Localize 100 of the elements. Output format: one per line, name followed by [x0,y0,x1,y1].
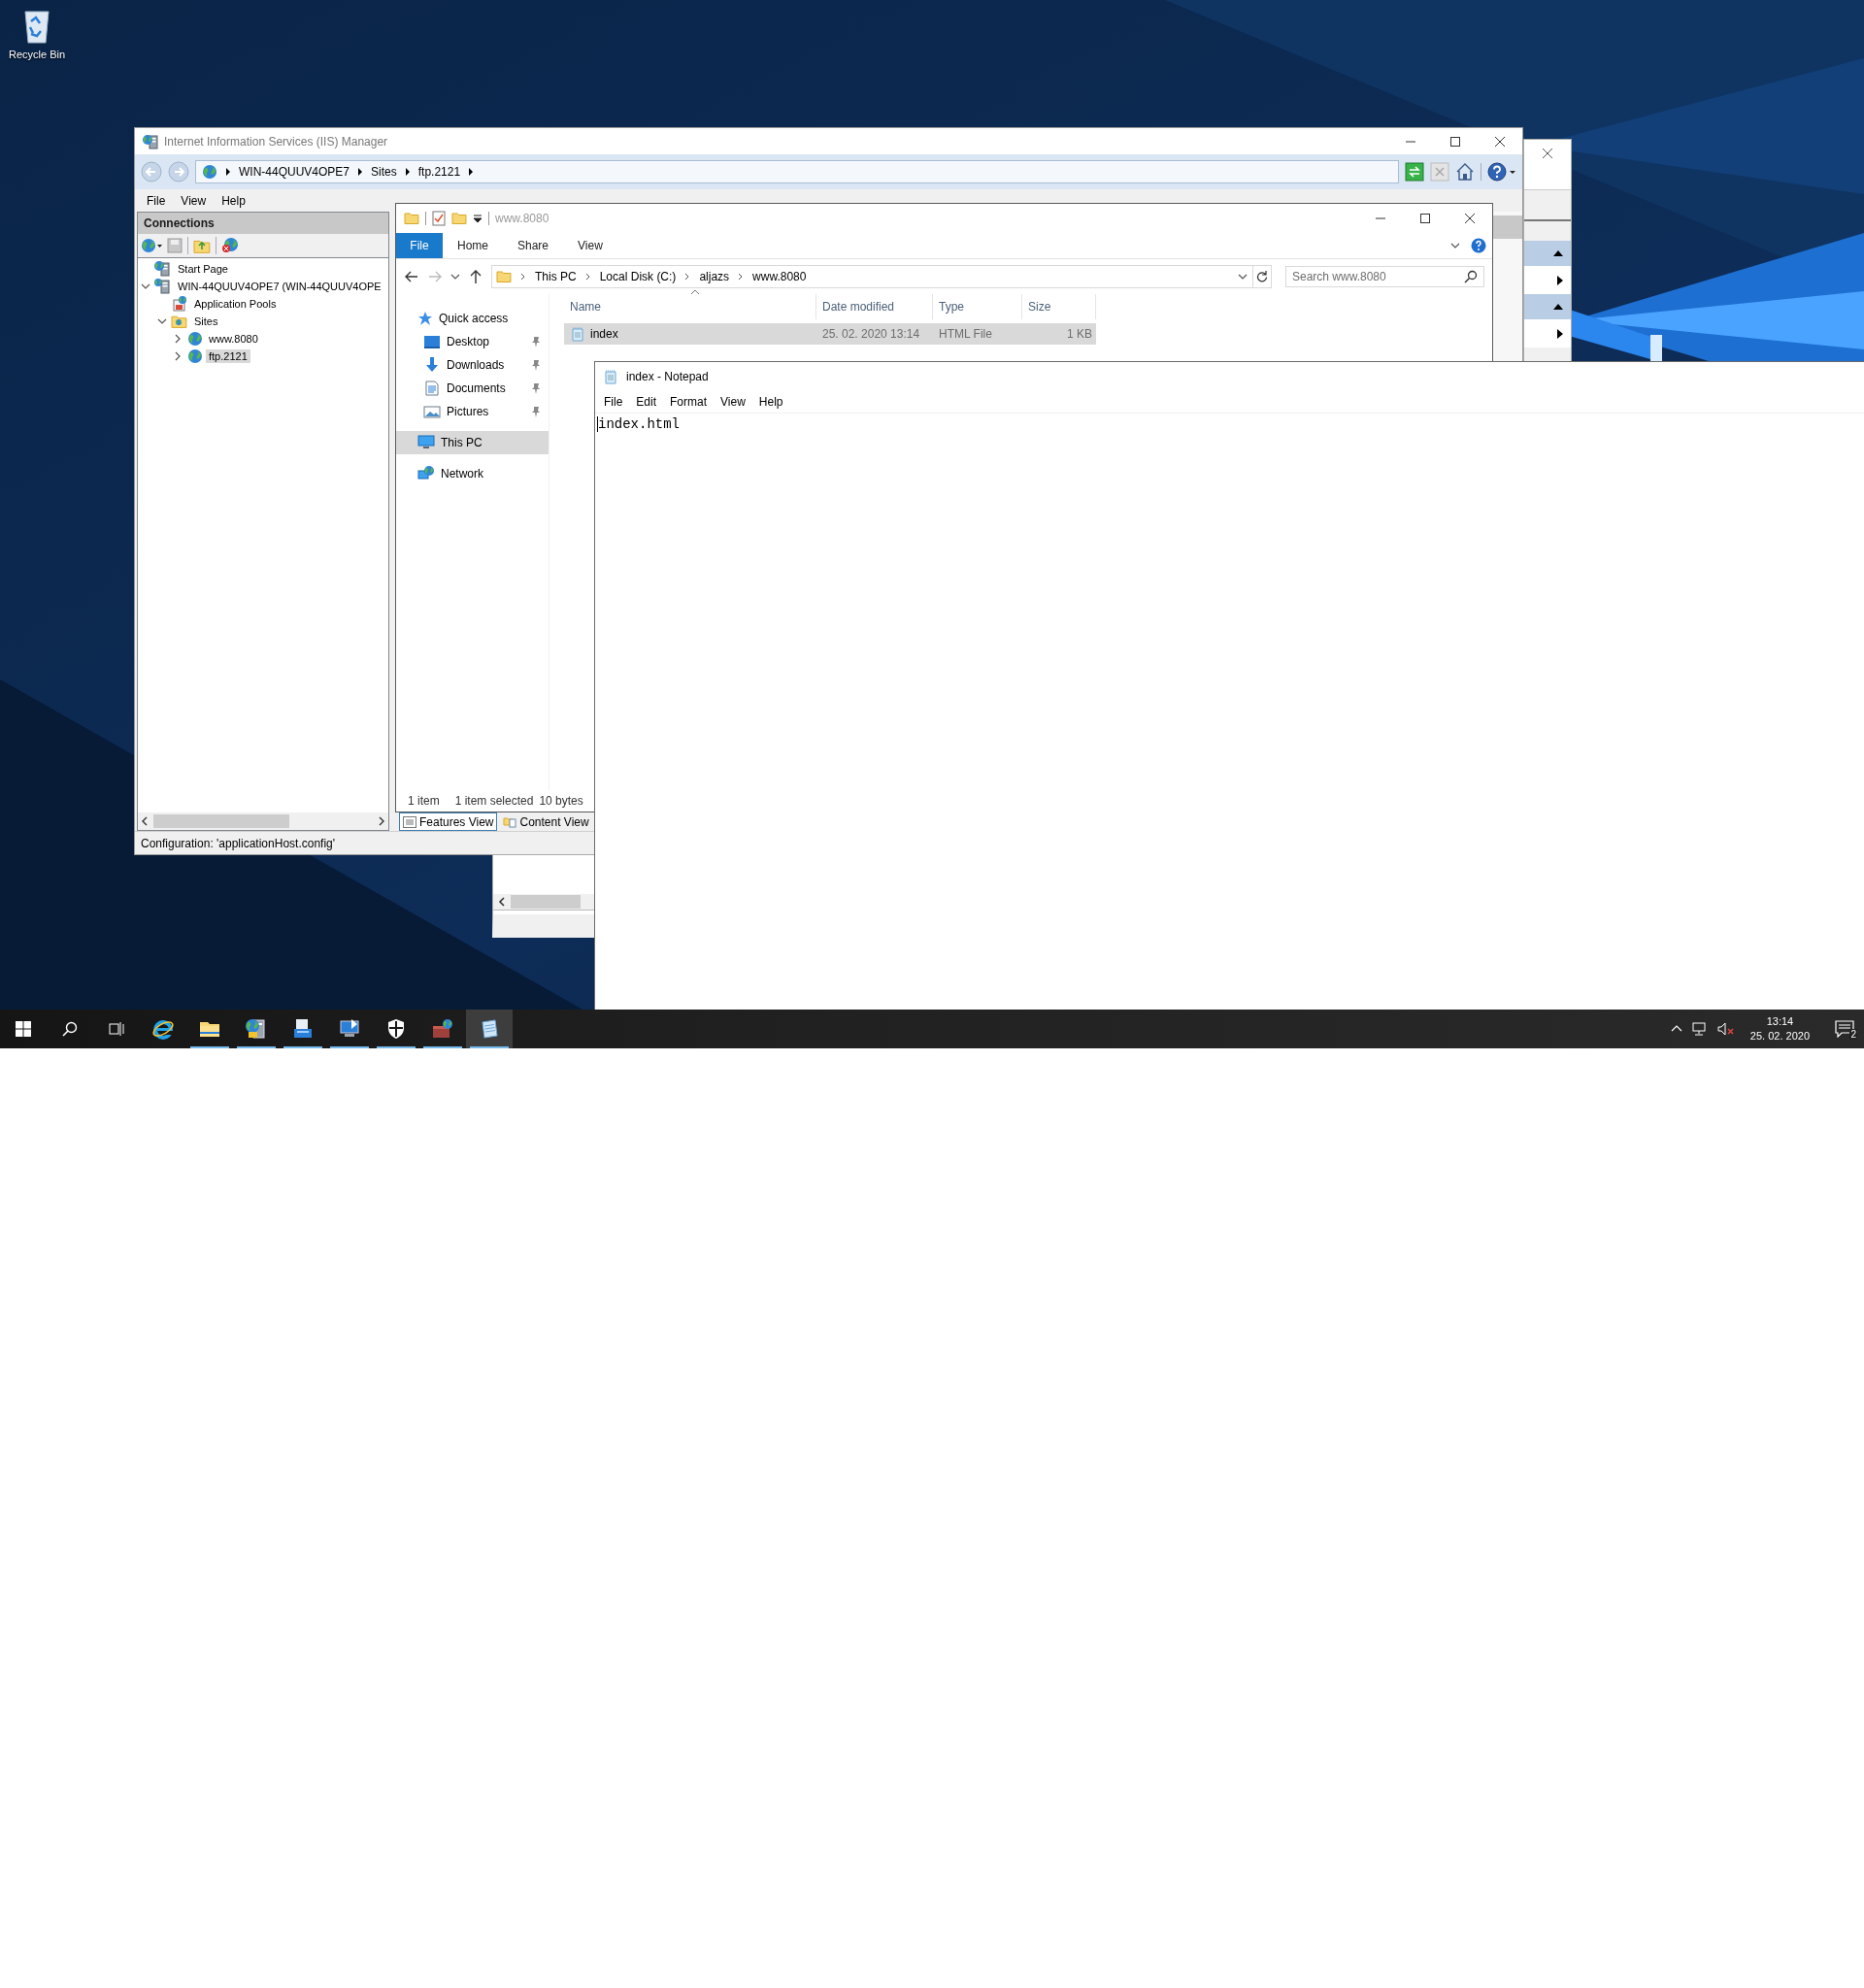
globe-dropdown-icon[interactable] [141,238,162,253]
network-icon[interactable] [1691,1021,1708,1037]
breadcrumb-item[interactable]: Sites [371,165,397,179]
text-editor[interactable]: index.html [597,416,680,432]
back-arrow-icon[interactable] [404,269,419,284]
chevron-icon [519,272,527,282]
close-icon [1465,214,1475,223]
picture-icon [423,404,441,419]
separator-arrow-icon [467,167,476,177]
desktop-icon-label[interactable]: Recycle Bin [8,49,66,60]
menu-item[interactable]: Edit [629,395,664,409]
section-header[interactable] [1524,294,1571,319]
app-pool-icon [171,296,188,312]
expand-icon[interactable] [1557,328,1563,339]
up-arrow-icon[interactable] [468,269,483,284]
scroll-left-icon[interactable] [497,896,507,908]
menu-item[interactable]: Help [214,193,253,208]
expand-icon[interactable] [1557,275,1563,285]
nav-item[interactable]: Documents [396,377,549,400]
globe-remove-icon[interactable] [221,238,239,253]
maximize-icon [1420,214,1430,223]
close-icon [1495,136,1505,147]
refresh-icon[interactable] [1405,162,1424,182]
nav-item[interactable]: Downloads [396,353,549,377]
menu-item[interactable]: View [714,395,752,409]
tree-item[interactable]: Start Page [175,262,231,276]
help-icon[interactable] [1471,238,1486,253]
folder-up-icon[interactable] [193,238,211,253]
clock-time[interactable]: 13:14 [1766,1014,1794,1029]
recent-dropdown-icon[interactable] [450,272,460,282]
menu-item[interactable]: File [139,193,174,208]
star-icon [417,311,433,326]
nav-item[interactable]: Quick access [396,307,549,330]
file-row[interactable]: index 25. 02. 2020 13:14 HTML File 1 KB [564,323,1096,345]
status-text: 1 item selected [454,794,534,808]
collapse-icon[interactable] [1553,250,1563,256]
ribbon-tab[interactable]: Share [503,233,564,258]
breadcrumb-item[interactable]: aljazs [699,270,730,283]
clock-date[interactable]: 25. 02. 2020 [1749,1029,1810,1044]
separator-arrow-icon [403,167,412,177]
nav-item[interactable]: Network [396,462,549,485]
window-title: index - Notepad [626,370,709,383]
properties-icon[interactable] [432,211,446,226]
collapse-icon[interactable] [1553,304,1563,310]
tree-item[interactable]: Application Pools [191,297,280,311]
taskbar-button[interactable] [466,1010,513,1048]
notification-icon[interactable] [1835,1020,1854,1038]
menu-item[interactable]: Help [751,395,790,409]
server-globe-icon [143,133,158,149]
tree-item[interactable]: www.8080 [206,332,261,346]
breadcrumb-item[interactable]: This PC [535,270,577,283]
menu-item[interactable]: Format [663,395,715,409]
tree-item[interactable]: WIN-44QUUV4OPE7 (WIN-44QUUV4OPE [175,280,384,293]
column-header[interactable]: Size [1022,294,1096,319]
address-bar[interactable]: WIN-44QUUV4OPE7 Sites ftp.2121 [195,160,1399,183]
document-icon [423,381,441,396]
server-globe-icon [154,261,172,277]
tree-item[interactable]: Sites [191,315,221,328]
breadcrumb-item[interactable]: WIN-44QUUV4OPE7 [239,165,350,179]
view-tab[interactable]: Features View [399,812,498,831]
window-title: www.8080 [495,212,549,225]
browser-icon [151,1017,175,1041]
refresh-button[interactable] [1252,265,1272,288]
tree-item[interactable]: ftp.2121 [206,349,250,363]
file-icon [570,326,585,342]
address-bar[interactable]: This PC Local Disk (C:) aljazs www.8080 [491,265,1253,288]
nav-item[interactable]: Pictures [396,400,549,423]
task-view-icon [109,1021,124,1037]
breadcrumb-item[interactable]: ftp.2121 [417,165,461,179]
nav-item[interactable]: Desktop [396,330,549,353]
menu-item[interactable]: View [173,193,215,208]
scrollbar-thumb[interactable] [511,895,581,909]
separator-arrow-icon [224,167,232,177]
volume-muted-icon[interactable] [1716,1021,1735,1037]
table-cell: 25. 02. 2020 13:14 [822,327,920,341]
view-tab[interactable]: Content View [499,812,593,831]
file-menu-button[interactable]: File [396,233,443,258]
breadcrumb-item[interactable]: Local Disk (C:) [599,270,677,283]
menu-item[interactable]: File [597,395,630,409]
windows-logo-icon [16,1021,31,1037]
column-header[interactable]: Type [933,294,1022,319]
notepad-icon [603,369,618,384]
search-field[interactable]: Search www.8080 [1285,266,1484,287]
close-icon[interactable] [1542,148,1553,159]
section-header[interactable] [1524,241,1571,266]
scrollbar-thumb[interactable] [153,814,289,828]
customize-dropdown-icon[interactable] [473,214,483,223]
network-icon [417,466,435,481]
status-text: 10 bytes [539,794,583,808]
column-header[interactable]: Date modified [816,294,933,319]
ribbon-tab[interactable]: View [563,233,617,258]
breadcrumb-item[interactable]: www.8080 [752,270,807,283]
table-cell: index [590,327,618,341]
refresh-icon [1256,271,1268,282]
help-icon[interactable] [1487,162,1516,182]
column-header[interactable]: Name [564,294,816,319]
ribbon-tab[interactable]: Home [443,233,503,258]
desktop-icon [423,334,441,349]
nav-item[interactable]: This PC [396,431,549,454]
home-icon[interactable] [1455,162,1475,182]
